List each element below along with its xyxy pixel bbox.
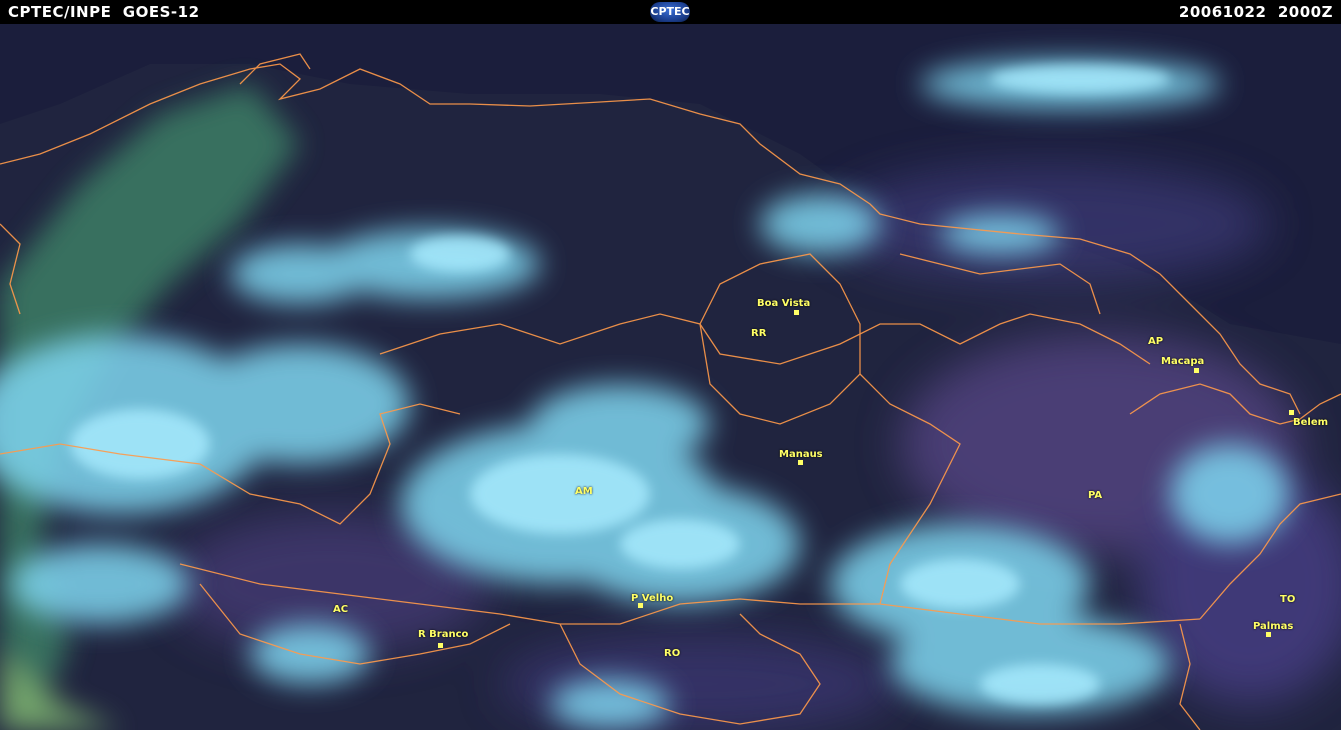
state-label-to: TO — [1280, 594, 1296, 605]
satellite-imagery — [0, 24, 1341, 730]
city-marker-boa-vista — [794, 310, 799, 315]
city-marker-manaus — [798, 460, 803, 465]
city-label-boa-vista: Boa Vista — [757, 298, 811, 309]
city-label-r-branco: R Branco — [418, 629, 469, 640]
satellite-title: CPTEC/INPE GOES-12 — [8, 3, 200, 21]
city-marker-p-velho — [638, 603, 643, 608]
image-header: CPTEC/INPE GOES-12 CPTEC 20061022 2000Z — [0, 0, 1341, 24]
cptec-logo: CPTEC — [650, 2, 690, 22]
state-label-am: AM — [575, 486, 593, 497]
state-label-ro: RO — [664, 648, 681, 659]
city-label-macapa: Macapa — [1161, 356, 1205, 367]
city-marker-macapa — [1194, 368, 1199, 373]
city-marker-r-branco — [438, 643, 443, 648]
satellite-map: RR AP AM PA AC RO TO Boa Vista Macapa Be… — [0, 24, 1341, 730]
state-label-rr: RR — [751, 328, 767, 339]
state-label-pa: PA — [1088, 490, 1103, 501]
state-label-ac: AC — [333, 604, 349, 615]
city-label-palmas: Palmas — [1253, 621, 1294, 632]
timestamp: 20061022 2000Z — [1178, 3, 1333, 21]
city-label-manaus: Manaus — [779, 449, 823, 460]
city-marker-palmas — [1266, 632, 1271, 637]
logo-text: CPTEC — [650, 5, 690, 18]
city-label-belem: Belem — [1293, 417, 1329, 428]
city-marker-belem — [1289, 410, 1294, 415]
state-label-ap: AP — [1148, 336, 1164, 347]
